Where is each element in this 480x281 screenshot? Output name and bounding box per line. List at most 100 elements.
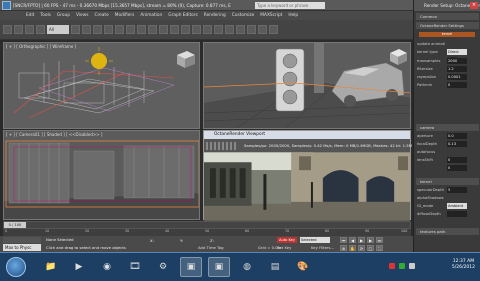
section-octane-settings[interactable]: OctaneRender Settings <box>416 22 479 29</box>
param-row[interactable]: alphaShadows <box>417 194 479 201</box>
app-icon[interactable] <box>2 0 11 10</box>
tray-alert-icon[interactable] <box>389 263 395 269</box>
select-icon[interactable] <box>71 25 80 34</box>
media-icon[interactable]: ▶ <box>68 257 90 277</box>
octane-save-icon[interactable] <box>222 141 224 150</box>
layer-icon[interactable] <box>203 25 212 34</box>
maxscript-mini-listener[interactable]: Max to Physc <box>3 244 41 251</box>
param-row[interactable]: kernel type Direct Light <box>417 48 479 60</box>
param-row[interactable]: Pathmin 0 <box>417 81 479 88</box>
param-row[interactable]: diffuseDepth <box>417 210 479 217</box>
snap-icon[interactable] <box>159 25 168 34</box>
orbit-icon[interactable]: ⟳ <box>358 245 365 251</box>
param-row[interactable]: 0 <box>417 164 479 171</box>
time-slider[interactable]: 0 / 100 <box>4 222 26 228</box>
start-button[interactable] <box>6 257 26 277</box>
param-value[interactable]: 0 <box>447 156 467 163</box>
param-row[interactable]: focalDepth 0.13 <box>417 140 479 147</box>
unlink-icon[interactable] <box>36 25 45 34</box>
section-textures-path[interactable]: textures path <box>416 228 479 235</box>
menu-group[interactable]: Group <box>57 13 70 18</box>
octane-settings-icon[interactable] <box>234 141 236 150</box>
time-slider-track[interactable]: 0 / 100 <box>3 221 411 229</box>
viewport-label[interactable]: [ + ] [ Orthographic ] [ Wireframe ] <box>6 44 76 49</box>
material-editor-icon[interactable] <box>236 25 245 34</box>
timeline-ruler[interactable]: 0 10 20 30 40 50 60 70 80 90 100 <box>3 229 411 236</box>
link-icon[interactable] <box>25 25 34 34</box>
param-row[interactable]: maxsamples 2000 <box>417 57 479 64</box>
add-time-tag[interactable]: Add Time Tag <box>198 245 223 250</box>
auto-key-button[interactable]: Auto Key <box>277 237 297 243</box>
param-value[interactable]: 5 <box>447 186 467 193</box>
pan-icon[interactable]: ✋ <box>349 245 356 251</box>
param-row[interactable]: GI_mode Ambient Occlusion <box>417 202 479 214</box>
param-value[interactable]: 0 <box>447 164 467 171</box>
param-value[interactable]: 0.0 <box>447 132 467 139</box>
octane-window-title[interactable]: OctaneRender Viewport <box>204 131 410 139</box>
rotate-icon[interactable] <box>115 25 124 34</box>
region-select-icon[interactable] <box>93 25 102 34</box>
3dsmax-icon[interactable]: ▣ <box>208 257 230 277</box>
octane-pause-icon[interactable] <box>214 141 216 150</box>
taskbar-clock[interactable]: 12:37 AM 5/26/2012 <box>452 259 475 271</box>
param-value[interactable]: 0.0001 <box>447 73 467 80</box>
menu-rendering[interactable]: Rendering <box>204 13 226 18</box>
octane-region-icon[interactable] <box>226 141 228 150</box>
menu-animation[interactable]: Animation <box>140 13 162 18</box>
section-kernel-advanced[interactable]: kernel <box>416 178 479 185</box>
goto-end-icon[interactable]: ⏭ <box>376 237 383 243</box>
3dsmax-icon[interactable]: ▣ <box>180 257 202 277</box>
param-row[interactable]: update animation geometry <box>417 40 479 47</box>
maximize-viewport-icon[interactable]: ⛶ <box>376 245 383 251</box>
paint-icon[interactable]: 🎨 <box>292 257 314 277</box>
menu-maxscript[interactable]: MAXScript <box>260 13 282 18</box>
angle-snap-icon[interactable] <box>170 25 179 34</box>
viewport-camera[interactable]: [ + ] [ Camera01 ] [ Shaded ] [ <<Disabl… <box>3 130 200 220</box>
viewport-perspective[interactable] <box>203 42 411 129</box>
close-icon[interactable]: × <box>470 2 478 9</box>
param-row[interactable]: aperture 0.0 <box>417 132 479 139</box>
redo-icon[interactable] <box>14 25 23 34</box>
settings-icon[interactable]: ⚙ <box>152 257 174 277</box>
menu-views[interactable]: Views <box>76 13 88 18</box>
menu-tools[interactable]: Tools <box>40 13 51 18</box>
curve-editor-icon[interactable] <box>214 25 223 34</box>
field-of-view-icon[interactable]: ▢ <box>367 245 374 251</box>
undo-icon[interactable] <box>3 25 12 34</box>
section-camera[interactable]: camera <box>416 124 479 131</box>
viewport-orthographic[interactable]: [ + ] [ Orthographic ] [ Wireframe ] <box>3 42 200 129</box>
chrome-icon[interactable]: ◉ <box>96 257 118 277</box>
zoom-icon[interactable]: ⊕ <box>340 245 347 251</box>
param-row[interactable]: filtersize 1.2 <box>417 65 479 72</box>
render-icon[interactable] <box>269 25 278 34</box>
param-row[interactable]: specularDepth 5 <box>417 186 479 193</box>
octane-start-icon[interactable] <box>206 141 208 150</box>
param-row[interactable]: rayepsilon 0.0001 <box>417 73 479 80</box>
render-setup-icon[interactable] <box>247 25 256 34</box>
folder-icon[interactable]: 📁 <box>40 257 62 277</box>
next-frame-icon[interactable]: ▶ <box>367 237 374 243</box>
play-icon[interactable]: ▶ <box>358 237 365 243</box>
media-player-icon[interactable]: 🎞 <box>124 257 146 277</box>
param-value[interactable]: 0.13 <box>447 140 467 147</box>
param-row[interactable]: lensShift 0 <box>417 156 479 163</box>
move-icon[interactable] <box>104 25 113 34</box>
key-filters-button[interactable]: Key Filters... <box>311 245 334 250</box>
schematic-icon[interactable] <box>225 25 234 34</box>
kernel-type-dropdown[interactable]: Direct Light <box>447 48 467 60</box>
menu-help[interactable]: Help <box>288 13 298 18</box>
menu-edit[interactable]: Edit <box>26 13 34 18</box>
search-input[interactable]: Type a keyword or phrase <box>255 1 325 9</box>
viewport-label[interactable]: [ + ] [ Camera01 ] [ Shaded ] [ <<Disabl… <box>6 132 102 137</box>
menu-graph-editors[interactable]: Graph Editors <box>168 13 198 18</box>
param-value[interactable]: 0 <box>447 81 467 88</box>
octane-icon[interactable]: ◍ <box>236 257 258 277</box>
menu-modifiers[interactable]: Modifiers <box>115 13 135 18</box>
gi-mode-dropdown[interactable]: Ambient Occlusion <box>447 202 467 214</box>
param-value[interactable] <box>447 210 467 217</box>
section-common[interactable]: Common <box>416 13 479 20</box>
octane-stop-icon[interactable] <box>210 141 212 150</box>
tray-volume-icon[interactable] <box>409 263 415 269</box>
pivot-icon[interactable] <box>148 25 157 34</box>
app-icon[interactable]: ▤ <box>264 257 286 277</box>
